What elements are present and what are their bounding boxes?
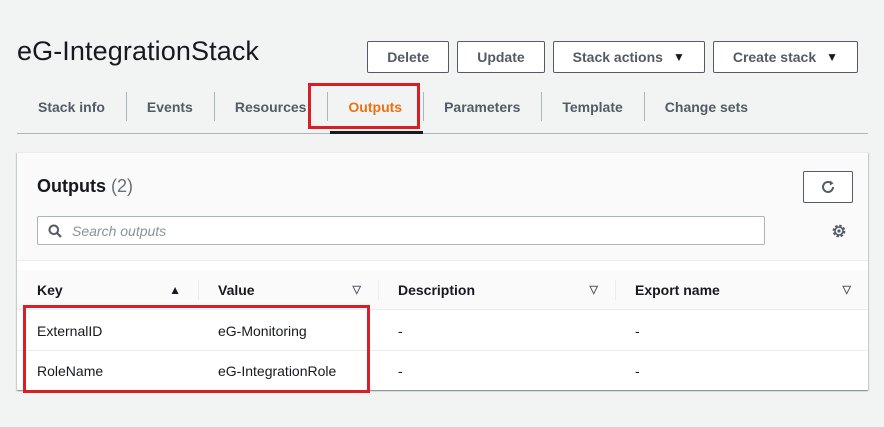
stack-actions-bar: Delete Update Stack actions ▼ Create stac…	[367, 41, 858, 73]
tab-change-sets[interactable]: Change sets	[643, 88, 769, 133]
sort-icon: ▽	[352, 284, 361, 296]
column-header-label: Description	[398, 282, 476, 298]
tab-label: Template	[562, 98, 623, 115]
sort-ascending-icon: ▲	[169, 283, 181, 297]
cell-export-name: -	[635, 363, 640, 379]
cell-export-name: -	[635, 323, 640, 339]
active-tab-underline	[330, 131, 424, 134]
tab-template[interactable]: Template	[541, 88, 643, 133]
outputs-panel-header: Outputs (2)	[17, 153, 868, 261]
sort-icon: ▽	[589, 284, 598, 296]
tab-events[interactable]: Events	[125, 88, 214, 133]
refresh-icon	[822, 180, 834, 193]
table-row: RoleName eG-IntegrationRole - -	[17, 351, 868, 391]
stack-actions-label: Stack actions	[572, 49, 663, 65]
column-header-description[interactable]: Description ▽	[378, 270, 615, 310]
table-row: ExternalID eG-Monitoring - -	[17, 311, 868, 351]
caret-down-icon: ▼	[672, 50, 685, 64]
tab-label: Change sets	[664, 98, 749, 115]
column-header-label: Export name	[635, 282, 720, 298]
cell-value: eG-IntegrationRole	[218, 363, 337, 379]
cell-value: eG-Monitoring	[218, 323, 307, 339]
sort-icon: ▽	[842, 284, 851, 296]
tab-parameters[interactable]: Parameters	[423, 88, 541, 133]
cell-description: -	[398, 363, 403, 379]
create-stack-label: Create stack	[732, 49, 817, 65]
cell-description: -	[398, 323, 403, 339]
column-header-key[interactable]: Key ▲	[17, 270, 198, 310]
update-button-label: Update	[477, 49, 525, 65]
refresh-button[interactable]	[803, 171, 853, 203]
outputs-title: Outputs (2)	[37, 176, 133, 197]
column-header-label: Value	[218, 282, 255, 298]
outputs-title-text: Outputs	[37, 176, 106, 196]
search-input[interactable]	[72, 222, 722, 239]
outputs-count: (2)	[111, 176, 134, 196]
tab-label: Parameters	[444, 98, 521, 115]
update-button[interactable]: Update	[457, 41, 545, 73]
create-stack-dropdown[interactable]: Create stack ▼	[712, 41, 858, 73]
column-header-label: Key	[37, 282, 63, 298]
stack-tabs: Stack info Events Resources Outputs Para…	[17, 88, 868, 134]
outputs-panel: Outputs (2) Key ▲ Value ▽ Description ▽ Exp…	[17, 152, 868, 390]
delete-button-label: Delete	[387, 49, 430, 65]
outputs-table-header: Key ▲ Value ▽ Description ▽ Export name ▽	[17, 270, 868, 310]
gear-icon[interactable]	[831, 223, 847, 239]
cell-key: RoleName	[37, 363, 104, 379]
stack-actions-dropdown[interactable]: Stack actions ▼	[552, 41, 705, 73]
caret-down-icon: ▼	[826, 50, 838, 64]
page-title: eG-IntegrationStack	[17, 36, 260, 66]
tab-label: Events	[146, 98, 193, 115]
column-header-value[interactable]: Value ▽	[198, 270, 378, 310]
tab-label: Resources	[234, 98, 307, 115]
cell-key: ExternalID	[37, 323, 103, 339]
column-header-export-name[interactable]: Export name ▽	[615, 270, 868, 310]
delete-button[interactable]: Delete	[367, 41, 450, 73]
search-outputs-field[interactable]	[37, 216, 765, 245]
tab-stack-info[interactable]: Stack info	[17, 88, 126, 133]
tab-resources[interactable]: Resources	[213, 88, 328, 133]
search-icon	[48, 224, 62, 238]
tab-label: Outputs	[348, 98, 403, 115]
tab-label: Stack info	[38, 98, 105, 115]
tab-outputs[interactable]: Outputs	[327, 88, 424, 134]
